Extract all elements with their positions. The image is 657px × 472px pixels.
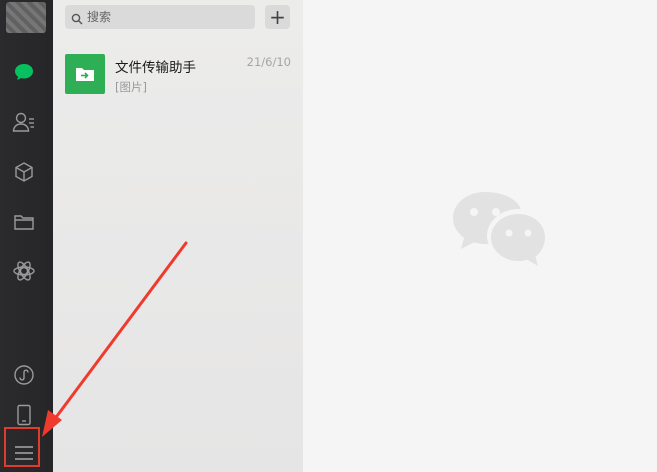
chat-list-panel: + 文件传输助手 [图片] 21/6/10	[53, 0, 303, 472]
chat-name: 文件传输助手	[115, 60, 196, 76]
add-button[interactable]: +	[265, 5, 290, 29]
file-transfer-icon	[65, 54, 105, 94]
search-icon	[71, 10, 83, 29]
chat-time: 21/6/10	[246, 55, 291, 69]
plus-icon: +	[269, 5, 286, 29]
sidebar	[0, 0, 53, 472]
menu-highlight-box	[4, 427, 40, 467]
avatar[interactable]	[6, 2, 46, 33]
phone-icon[interactable]	[11, 402, 37, 428]
chat-icon[interactable]	[11, 59, 37, 85]
search-input[interactable]	[87, 5, 247, 29]
files-icon[interactable]	[11, 209, 37, 235]
moments-icon[interactable]	[11, 258, 37, 284]
search-box[interactable]	[65, 5, 255, 29]
contacts-icon[interactable]	[11, 109, 37, 135]
favorites-icon[interactable]	[11, 159, 37, 185]
chat-list-item[interactable]: 文件传输助手 [图片] 21/6/10	[53, 44, 303, 104]
chat-preview: [图片]	[115, 80, 147, 94]
mini-program-icon[interactable]	[11, 362, 37, 388]
wechat-logo-icon	[451, 190, 547, 274]
main-area	[303, 0, 657, 472]
